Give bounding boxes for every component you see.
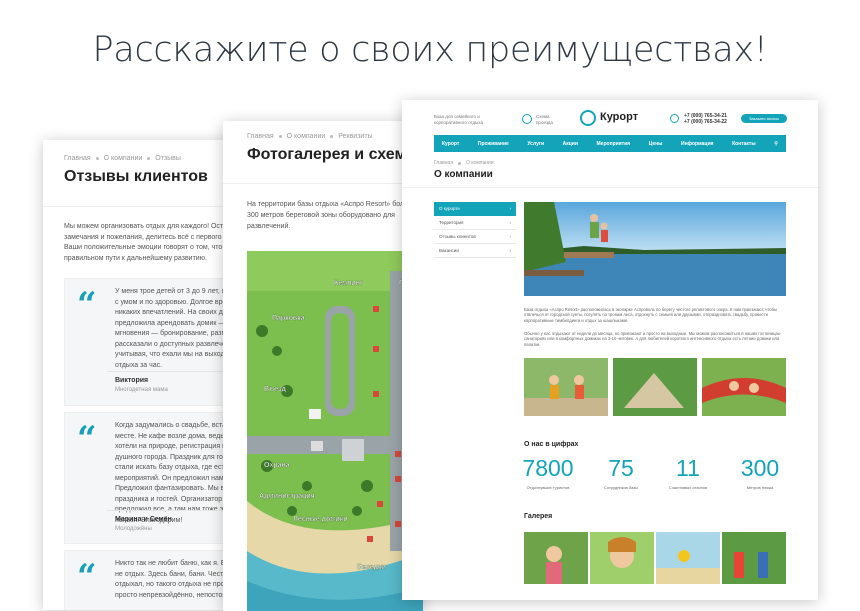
location-icon xyxy=(522,114,532,124)
stat-seasons: 11 Счастливых сезонов xyxy=(668,455,708,490)
phone-numbers[interactable]: +7 (000) 765-34-21 +7 (000) 765-34-22 xyxy=(684,113,727,125)
stat-staff: 75 Сотрудников базы xyxy=(603,455,639,490)
about-paragraph: База отдыха «Аспро Resort» расположилась… xyxy=(524,307,778,323)
map-label: Въезд xyxy=(264,386,287,393)
nav-item-resort[interactable]: Курорт xyxy=(442,141,459,147)
page-title: Отзывы клиентов xyxy=(64,168,208,185)
search-icon[interactable]: ⚲ xyxy=(774,141,778,147)
map-label: Охрана xyxy=(264,462,290,469)
gallery-title: Галерея xyxy=(524,513,553,520)
breadcrumb-current: О компании xyxy=(466,160,494,166)
side-menu-item-territory[interactable]: Территория › xyxy=(434,216,516,230)
map-label: Парковка xyxy=(272,315,305,322)
map-label: Лесные домики xyxy=(293,516,348,523)
breadcrumb: Главная О компании Отзывы xyxy=(64,155,181,162)
stat-tourists: 7800 Отдохнувших туристов xyxy=(522,455,574,490)
gallery-strip[interactable] xyxy=(524,532,786,584)
stat-beach: 300 Метров пляжа xyxy=(740,455,780,490)
breadcrumb: Главная О компании xyxy=(434,160,494,166)
site-logo[interactable]: Курорт xyxy=(600,111,638,123)
nav-item-contacts[interactable]: Контакты xyxy=(732,141,756,147)
site-tagline: База для семейного и корпоративного отды… xyxy=(434,114,483,125)
callback-button[interactable]: Заказать звонок xyxy=(741,114,787,123)
breadcrumb-about[interactable]: О компании xyxy=(104,155,143,162)
review-author: Марина и Семён xyxy=(115,516,172,523)
breadcrumb-about[interactable]: О компании xyxy=(287,133,326,140)
intro-text: На территории базы отдыха «Аспро Resort»… xyxy=(247,201,420,230)
breadcrumb-home[interactable]: Главная xyxy=(64,155,91,162)
about-page-card: База для семейного и корпоративного отды… xyxy=(402,100,818,600)
breadcrumb-current: Отзывы xyxy=(155,155,181,162)
gallery-page-card: Главная О компании Реквизиты Фотогалерея… xyxy=(223,121,423,611)
breadcrumb-home[interactable]: Главная xyxy=(434,160,453,166)
logo-icon xyxy=(580,110,596,126)
side-menu-item-reviews[interactable]: Отзывы клиентов › xyxy=(434,230,516,244)
side-menu-item-jobs[interactable]: Вакансии › xyxy=(434,244,516,258)
page-headline: Расскажите о своих преимуществах! xyxy=(92,30,768,70)
page-title: Фотогалерея и схема xyxy=(247,146,415,163)
nav-item-info[interactable]: Информация xyxy=(681,141,713,147)
about-paragraph: Обычно у нас отдыхают от недели до месяц… xyxy=(524,331,782,347)
nav-item-stay[interactable]: Проживание xyxy=(478,141,509,147)
stats-title: О нас в цифрах xyxy=(524,441,579,448)
side-menu-item-about[interactable]: О курорте › xyxy=(434,202,516,216)
phone-icon xyxy=(670,114,679,123)
breadcrumb-current: Реквизиты xyxy=(338,133,373,140)
site-header: База для семейного и корпоративного отды… xyxy=(402,100,818,135)
review-author: Виктория xyxy=(115,377,149,384)
resort-map[interactable]: Кемпинг Парковка Въезд Охрана Администра… xyxy=(247,251,423,611)
map-label: Беседки xyxy=(357,564,386,571)
breadcrumb: Главная О компании Реквизиты xyxy=(247,133,373,140)
map-label: Кемпинг xyxy=(334,280,363,287)
side-menu: О курорте › Территория › Отзывы клиентов › … xyxy=(434,202,516,258)
nav-item-events[interactable]: Мероприятия xyxy=(597,141,631,147)
hero-photo xyxy=(524,202,786,296)
directions-link[interactable]: Схема проезда xyxy=(536,114,564,126)
quote-icon: “ xyxy=(77,419,97,459)
photo-row xyxy=(524,358,786,416)
main-nav: Курорт Проживание Услуги Акции Мероприят… xyxy=(434,135,786,152)
review-role: Многодетная мама xyxy=(115,387,168,393)
nav-item-services[interactable]: Услуги xyxy=(527,141,544,147)
map-label: Администрация xyxy=(259,493,315,500)
nav-item-promo[interactable]: Акции xyxy=(563,141,578,147)
quote-icon: “ xyxy=(77,557,97,597)
nav-item-prices[interactable]: Цены xyxy=(649,141,663,147)
review-role: Молодожёны xyxy=(115,526,152,532)
breadcrumb-home[interactable]: Главная xyxy=(247,133,274,140)
quote-icon: “ xyxy=(77,285,97,325)
page-title: О компании xyxy=(434,169,493,180)
